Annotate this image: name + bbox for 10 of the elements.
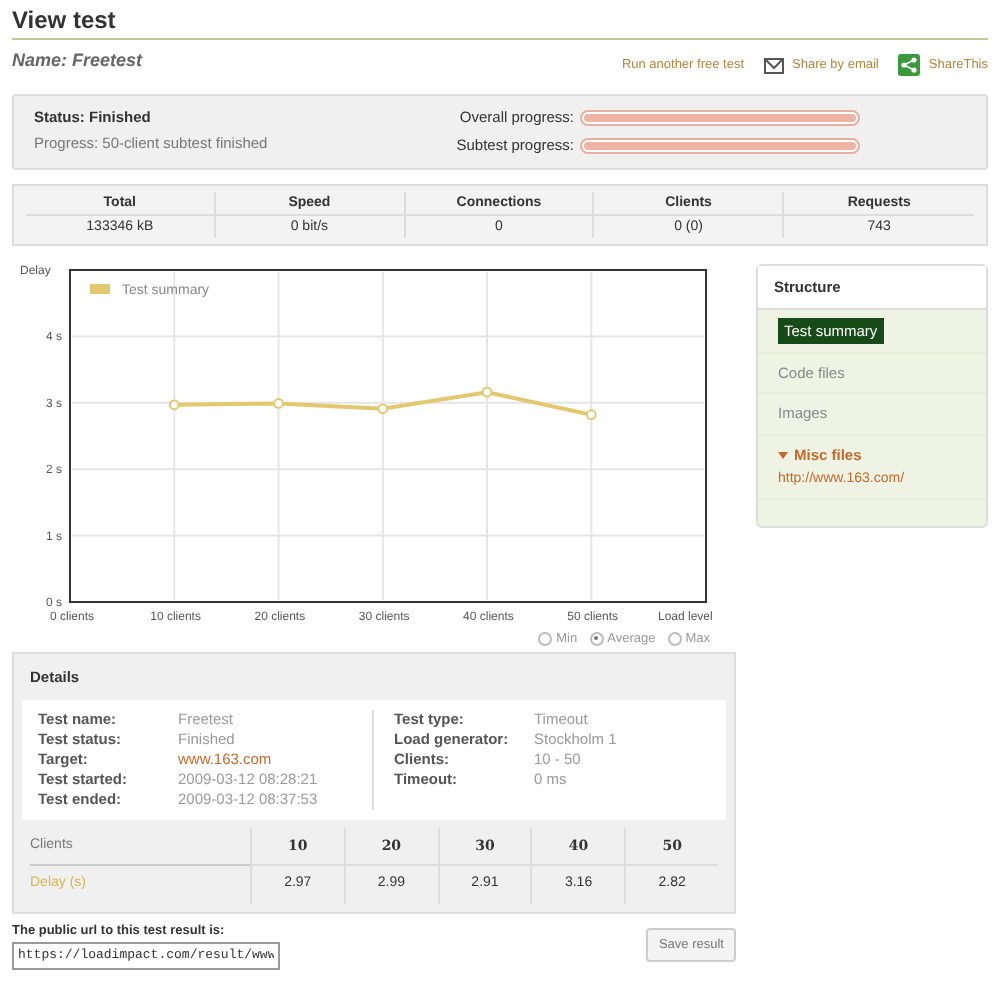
expand-arrow-icon[interactable]	[778, 449, 788, 460]
envelope-icon	[764, 57, 785, 73]
data-point	[168, 398, 180, 410]
page-title: View test	[12, 4, 988, 40]
data-point	[481, 385, 493, 397]
data-point	[585, 408, 597, 420]
test-name: Name: Freetest	[12, 47, 143, 74]
data-point	[273, 397, 284, 408]
data-point	[377, 402, 389, 414]
share-icon	[898, 54, 921, 76]
